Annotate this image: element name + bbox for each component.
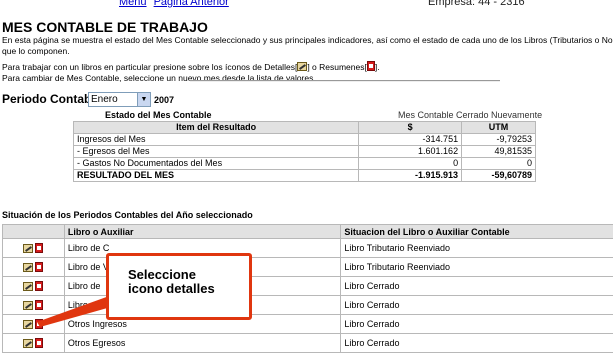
pdf-summary-icon[interactable] xyxy=(35,280,44,291)
row-utm: 49,81535 xyxy=(461,145,536,158)
edit-details-icon[interactable] xyxy=(23,281,34,291)
total-row: RESULTADO DEL MES -1.915.913 -59,60789 xyxy=(72,169,536,182)
header-item: Item del Resultado xyxy=(72,121,360,134)
chevron-down-icon[interactable]: ▼ xyxy=(137,93,150,106)
edit-details-icon xyxy=(297,62,308,71)
intro-line-2: que lo componen. xyxy=(2,45,70,56)
row-icons xyxy=(2,276,65,296)
row-icons xyxy=(2,333,65,353)
table-row: - Egresos del Mes 1.601.162 49,81535 xyxy=(72,145,536,158)
empresa-label: Empresa: 44 - 2316 xyxy=(428,0,525,8)
intro-line-3a: Para trabajar con un libros en particula… xyxy=(2,62,298,72)
periodo-label: Periodo Contable xyxy=(2,92,102,106)
row-label: Ingresos del Mes xyxy=(72,133,360,146)
intro-line-3b: ] o Resumenes[ xyxy=(307,62,367,72)
table-row: Libro de V Libro Tributario Reenviado xyxy=(2,257,613,277)
row-pesos: 1.601.162 xyxy=(358,145,463,158)
libro-status: Libro Tributario Reenviado xyxy=(340,257,613,277)
row-icons xyxy=(2,295,65,315)
situacion-title: Situación de los Periodos Contables del … xyxy=(2,210,253,220)
pdf-summary-icon[interactable] xyxy=(35,337,44,348)
top-nav-links: Menú Página Anterior xyxy=(119,0,233,8)
edit-details-icon[interactable] xyxy=(23,319,34,329)
resultados-header: Item del Resultado $ UTM xyxy=(72,121,536,134)
year-label: 2007 xyxy=(154,95,175,105)
row-utm: -9,79253 xyxy=(461,133,536,146)
libro-status: Libro Tributario Reenviado xyxy=(340,238,613,258)
pdf-summary-icon xyxy=(366,61,375,71)
intro-line-3c: ]. xyxy=(374,62,380,72)
menu-link[interactable]: Menú xyxy=(119,0,147,8)
libros-header: Libro o Auxiliar Situacion del Libro o A… xyxy=(2,224,613,239)
total-pesos: -1.915.913 xyxy=(358,169,463,182)
table-row: Libro de C Libro Tributario Reenviado xyxy=(2,238,613,258)
table-row: Libro de Libro Cerrado xyxy=(2,276,613,296)
callout-line-2: icono detalles xyxy=(128,281,215,296)
row-icons xyxy=(2,238,65,258)
libro-status: Libro Cerrado xyxy=(340,314,613,334)
header-situacion: Situacion del Libro o Auxiliar Contable xyxy=(340,224,613,239)
callout-line-1: Seleccione xyxy=(128,267,196,282)
pdf-summary-icon[interactable] xyxy=(35,318,44,329)
libro-name: Otros Egresos xyxy=(63,333,342,353)
row-utm: 0 xyxy=(461,157,536,170)
total-utm: -59,60789 xyxy=(461,169,536,182)
libro-status: Libro Cerrado xyxy=(340,276,613,296)
row-label: - Gastos No Documentados del Mes xyxy=(72,157,360,170)
resultados-table: Item del Resultado $ UTM Ingresos del Me… xyxy=(72,121,536,182)
divider xyxy=(190,80,500,82)
estado-label: Estado del Mes Contable xyxy=(105,110,212,120)
month-select[interactable]: Enero ▼ xyxy=(88,92,151,107)
edit-details-icon[interactable] xyxy=(23,300,34,310)
row-pesos: -314.751 xyxy=(358,133,463,146)
pdf-summary-icon[interactable] xyxy=(35,242,44,253)
estado-value: Mes Contable Cerrado Nuevamente xyxy=(398,110,543,120)
pdf-summary-icon[interactable] xyxy=(35,261,44,272)
header-utm: UTM xyxy=(461,121,536,134)
header-pesos: $ xyxy=(358,121,463,134)
intro-line-1: En esta página se muestra el estado del … xyxy=(2,35,613,45)
pdf-summary-icon[interactable] xyxy=(35,299,44,310)
row-label: - Egresos del Mes xyxy=(72,145,360,158)
edit-details-icon[interactable] xyxy=(23,338,34,348)
edit-details-icon[interactable] xyxy=(23,262,34,272)
header-libro: Libro o Auxiliar xyxy=(63,224,342,239)
table-row: Ingresos del Mes -314.751 -9,79253 xyxy=(72,133,536,146)
page-title: MES CONTABLE DE TRABAJO xyxy=(2,19,208,35)
intro-text: En esta página se muestra el estado del … xyxy=(2,35,613,83)
row-icons xyxy=(2,314,65,334)
row-icons xyxy=(2,257,65,277)
total-label: RESULTADO DEL MES xyxy=(72,169,360,182)
table-row: - Gastos No Documentados del Mes 0 0 xyxy=(72,157,536,170)
libro-status: Libro Cerrado xyxy=(340,333,613,353)
callout-box: Seleccione icono detalles xyxy=(106,253,252,320)
edit-details-icon[interactable] xyxy=(23,243,34,253)
previous-page-link[interactable]: Página Anterior xyxy=(154,0,229,8)
intro-line-3: Para trabajar con un libros en particula… xyxy=(2,61,613,73)
table-row: Libro de R Libro Cerrado xyxy=(2,295,613,315)
table-row: Otros Egresos Libro Cerrado xyxy=(2,333,613,353)
month-select-value: Enero xyxy=(91,94,118,105)
libros-table: Libro o Auxiliar Situacion del Libro o A… xyxy=(2,224,613,353)
header-icons xyxy=(2,224,65,239)
row-pesos: 0 xyxy=(358,157,463,170)
table-row: Otros Ingresos Libro Cerrado xyxy=(2,314,613,334)
libro-status: Libro Cerrado xyxy=(340,295,613,315)
